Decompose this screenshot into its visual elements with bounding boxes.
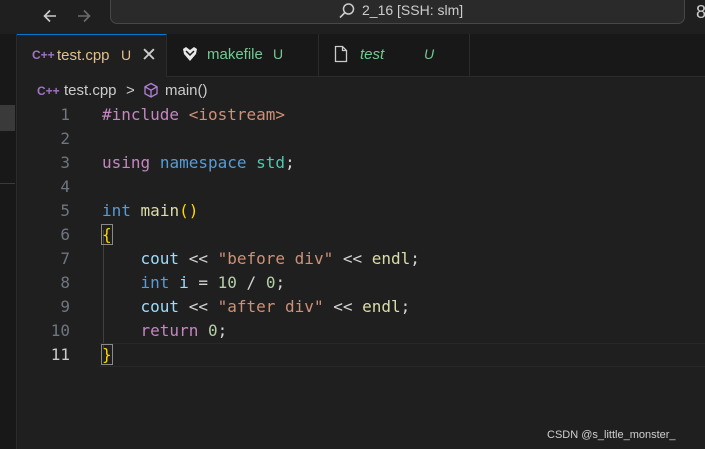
title-bar: 2_16 [SSH: slm] 8	[0, 0, 705, 34]
return-keyword: return	[140, 321, 199, 340]
arrow-left-icon[interactable]	[40, 6, 60, 26]
type-keyword: int	[140, 273, 170, 292]
line-number: 11	[50, 345, 70, 364]
semicolon: ;	[217, 321, 228, 340]
line-number: 6	[60, 225, 70, 244]
line-number: 1	[60, 105, 70, 124]
identifier: cout	[140, 249, 180, 268]
tab-test-cpp[interactable]: C++ test.cpp U ✕	[17, 34, 167, 77]
line-number: 3	[60, 153, 70, 172]
parens: ()	[179, 201, 199, 220]
tab-label: test	[360, 46, 385, 63]
semicolon: ;	[410, 249, 420, 268]
activity-bar	[0, 34, 17, 449]
function-name: main	[140, 201, 180, 220]
operator: <<	[188, 249, 208, 268]
tab-makefile[interactable]: makefile U	[167, 34, 319, 76]
tab-label: makefile	[207, 46, 263, 63]
string-literal: "before div"	[217, 249, 334, 268]
current-code-line: 11 }	[17, 343, 705, 367]
open-brace: {	[101, 224, 113, 245]
close-icon[interactable]: ✕	[141, 44, 157, 66]
cpp-file-icon: C++	[32, 48, 55, 62]
include-header: <iostream>	[188, 105, 286, 124]
code-line: 1 #include <iostream>	[17, 103, 705, 127]
line-number: 8	[60, 273, 70, 292]
namespace-name: std	[256, 153, 286, 172]
using-keyword: using	[102, 153, 151, 172]
code-line: 7 cout << "before div" << endl;	[17, 247, 705, 271]
operator: <<	[188, 297, 208, 316]
current-line-highlight	[99, 343, 705, 367]
identifier: i	[179, 273, 189, 292]
identifier: endl	[362, 297, 401, 316]
code-line: 3 using namespace std;	[17, 151, 705, 175]
watermark: CSDN @s_little_monster_	[547, 429, 676, 441]
close-brace: }	[101, 344, 113, 365]
number-literal: 10	[217, 273, 237, 292]
type-keyword: int	[102, 201, 131, 220]
operator: /	[246, 273, 257, 292]
line-number: 5	[60, 201, 70, 220]
activity-bar-selected-item[interactable]	[0, 105, 15, 131]
operator: <<	[342, 249, 363, 268]
right-edge-glyph: 8	[696, 2, 705, 22]
code-line: 4	[17, 175, 705, 199]
include-directive: #include	[102, 105, 180, 124]
code-line: 6 {	[17, 223, 705, 247]
untracked-badge: U	[273, 46, 284, 62]
identifier: endl	[371, 249, 411, 268]
command-center-search[interactable]: 2_16 [SSH: slm]	[110, 0, 685, 24]
cube-icon	[143, 82, 159, 103]
file-icon	[334, 45, 348, 66]
semicolon: ;	[275, 273, 286, 292]
search-icon	[337, 1, 357, 21]
semicolon: ;	[285, 153, 295, 172]
number-literal: 0	[207, 321, 218, 340]
line-number: 2	[60, 129, 70, 148]
untracked-badge: U	[424, 46, 435, 62]
breadcrumb-file[interactable]: test.cpp	[64, 82, 117, 99]
workspace-title: 2_16 [SSH: slm]	[362, 2, 464, 18]
cpp-file-icon: C++	[37, 84, 60, 98]
identifier: cout	[140, 297, 180, 316]
activity-bar-separator	[0, 183, 15, 184]
breadcrumb-separator: >	[126, 82, 135, 99]
code-editor[interactable]: 1 #include <iostream> 2 3 using namespac…	[17, 103, 705, 449]
line-number: 4	[60, 177, 70, 196]
code-line: 8 int i = 10 / 0;	[17, 271, 705, 295]
line-number: 7	[60, 249, 70, 268]
code-line: 5 int main()	[17, 199, 705, 223]
arrow-right-icon[interactable]	[74, 6, 94, 26]
editor-tabs: C++ test.cpp U ✕ makefile U test U	[17, 34, 705, 77]
operator: =	[198, 273, 208, 292]
tab-label: test.cpp	[57, 47, 110, 64]
string-literal: "after div"	[217, 297, 324, 316]
untracked-badge: U	[121, 47, 132, 63]
code-line: 10 return 0;	[17, 319, 705, 343]
code-line: 9 cout << "after div" << endl;	[17, 295, 705, 319]
tab-test[interactable]: test U	[319, 34, 470, 76]
namespace-keyword: namespace	[159, 153, 247, 172]
breadcrumb-symbol[interactable]: main()	[165, 82, 208, 99]
line-number: 9	[60, 297, 70, 316]
code-line: 2	[17, 127, 705, 151]
semicolon: ;	[400, 297, 411, 316]
line-number: 10	[50, 321, 70, 340]
breadcrumb: C++ test.cpp > main()	[17, 77, 705, 103]
makefile-icon	[181, 45, 199, 66]
operator: <<	[333, 297, 353, 316]
